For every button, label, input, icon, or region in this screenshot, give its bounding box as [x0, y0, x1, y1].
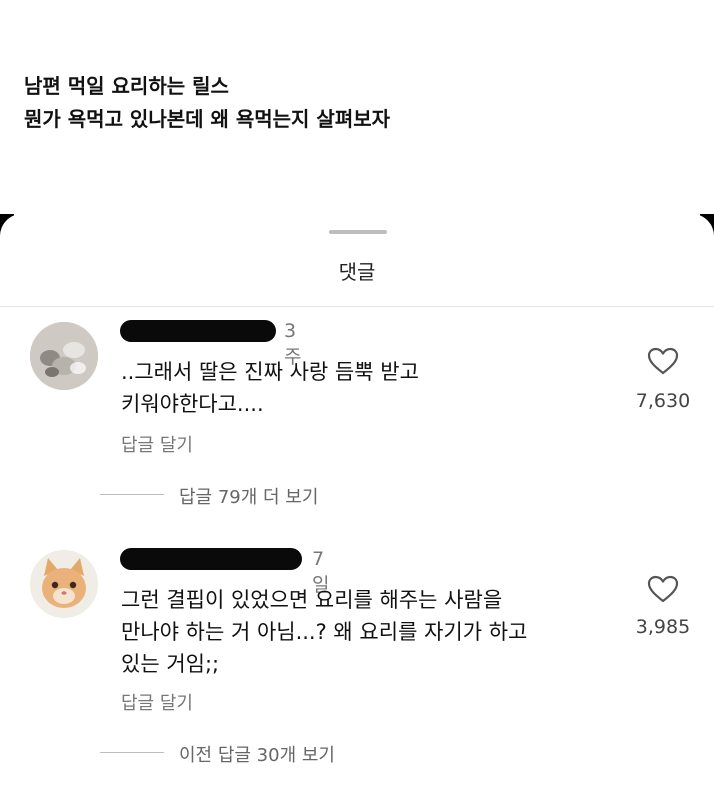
like-count: 7,630 [635, 390, 691, 412]
comment-line: 있는 거임;; [121, 652, 220, 676]
reply-button[interactable]: 답글 달기 [121, 431, 193, 457]
avatar-image [30, 322, 98, 390]
like-count: 3,985 [635, 616, 691, 638]
drag-handle[interactable] [329, 230, 387, 234]
comment-line: 키워야한다고.... [121, 392, 264, 416]
comment-line: ..그래서 딸은 진짜 사랑 듬뿍 받고 [121, 360, 419, 384]
caption-line-1: 남편 먹일 요리하는 릴스 [24, 74, 229, 98]
redacted-username [120, 320, 276, 342]
comment-text: 그런 결핍이 있었으면 요리를 해주는 사람을 만나야 하는 거 아님...? … [121, 584, 527, 680]
post-caption: 남편 먹일 요리하는 릴스 뭔가 욕먹고 있나본데 왜 욕먹는지 살펴보자 [24, 70, 390, 136]
replies-divider-line [100, 752, 164, 753]
avatar[interactable] [30, 322, 98, 390]
heart-icon[interactable] [646, 346, 680, 376]
view-replies-button[interactable]: 이전 답글 30개 보기 [179, 741, 335, 767]
view-replies-button[interactable]: 답글 79개 더 보기 [179, 483, 318, 509]
sheet-title: 댓글 [338, 260, 376, 284]
redacted-username [120, 548, 302, 570]
comment-line: 만나야 하는 거 아님...? 왜 요리를 자기가 하고 [121, 620, 528, 644]
replies-divider-line [100, 494, 164, 495]
comments-sheet: 댓글 3주 ..그래서 딸은 진짜 사랑 듬뿍 받고 키워야한다고.... 답글… [0, 214, 714, 801]
header-divider [0, 306, 714, 307]
caption-line-2: 뭔가 욕먹고 있나본데 왜 욕먹는지 살펴보자 [24, 107, 391, 131]
comment-text: ..그래서 딸은 진짜 사랑 듬뿍 받고 키워야한다고.... [121, 356, 419, 420]
heart-icon[interactable] [646, 574, 680, 604]
reply-button[interactable]: 답글 달기 [121, 689, 193, 715]
avatar[interactable] [30, 550, 98, 618]
comment-line: 그런 결핍이 있었으면 요리를 해주는 사람을 [121, 588, 503, 612]
avatar-image [30, 550, 98, 618]
